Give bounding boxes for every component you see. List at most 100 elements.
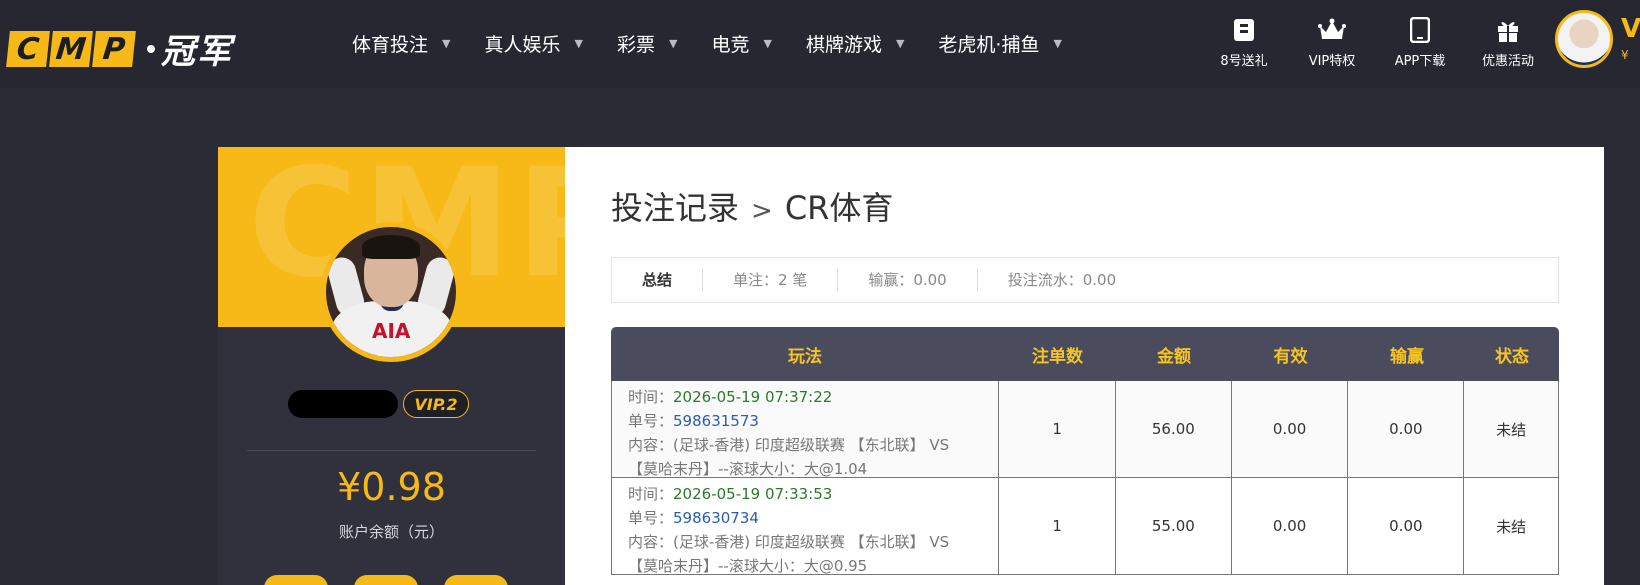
column-header-status: 状态: [1495, 346, 1529, 367]
tool-app-download[interactable]: APP下载: [1376, 16, 1464, 69]
bet-time: 2026-05-19 07:37:22: [673, 388, 833, 406]
header-tools: 8号送礼 VIP特权 APP下载 优惠活动: [1200, 16, 1552, 69]
bet-detail: 时间：2026-05-19 07:37:22 单号：598631573 内容：(…: [612, 381, 1000, 478]
bet-detail: 时间：2026-05-19 07:33:53 单号：598630734 内容：(…: [612, 478, 1000, 575]
nav-item-live-casino[interactable]: 真人娱乐 ▼: [484, 30, 582, 57]
logo-cn-name: 冠军: [161, 32, 233, 72]
nav-item-lottery[interactable]: 彩票 ▼: [617, 30, 677, 57]
summary-bar: 总结 单注：2 笔 输赢：0.00 投注流水：0.00: [611, 257, 1559, 303]
summary-label: 总结: [612, 269, 704, 291]
avatar-hair: [362, 235, 420, 259]
sidebar-action-button-1[interactable]: [264, 575, 328, 585]
bet-status: 未结: [1496, 517, 1527, 536]
nav-item-sports[interactable]: 体育投注 ▼: [352, 30, 450, 57]
bet-time-line: 时间：2026-05-19 07:33:53: [628, 482, 832, 506]
bet-time-line: 时间：2026-05-19 07:37:22: [628, 385, 832, 409]
nav-item-slots-fishing[interactable]: 老虎机·捕鱼 ▼: [938, 30, 1062, 57]
tool-vip[interactable]: VIP特权: [1288, 16, 1376, 69]
chevron-down-icon: ▼: [895, 37, 905, 50]
avatar-shirt-logo: AIA: [372, 319, 411, 343]
table-row: 时间：2026-05-19 07:33:53 单号：598630734 内容：(…: [611, 478, 1559, 575]
bet-id-line: 单号：598631573: [628, 409, 759, 433]
header-balance: ¥: [1621, 48, 1629, 62]
crown-icon: [1318, 16, 1346, 44]
chevron-down-icon: ▼: [1053, 37, 1062, 50]
account-balance: ¥0.98: [337, 465, 446, 509]
column-header-amount: 金额: [1157, 346, 1191, 367]
summary-winloss: 输赢：0.00: [838, 269, 978, 291]
breadcrumb-separator: >: [751, 196, 773, 226]
username-redacted: [288, 390, 398, 418]
nav-item-label: 老虎机·捕鱼: [938, 34, 1040, 56]
sidebar-action-button-2[interactable]: [354, 575, 418, 585]
top-header: C M P 冠军 体育投注 ▼ 真人娱乐 ▼ 彩票 ▼ 电竞 ▼ 棋牌游戏 ▼ 老虎机·捕…: [0, 0, 1640, 88]
bet-count: 1: [999, 381, 1116, 477]
summary-turnover: 投注流水：0.00: [1007, 271, 1117, 289]
bet-valid: 0.00: [1232, 381, 1349, 477]
brand-logo[interactable]: C M P 冠军: [6, 24, 233, 73]
breadcrumb-current: CR体育: [784, 189, 894, 227]
tool-promotions[interactable]: 优惠活动: [1464, 16, 1552, 69]
gift-box-icon: [1494, 16, 1522, 44]
tool-label: 8号送礼: [1220, 54, 1268, 69]
bet-winloss: 0.00: [1348, 381, 1465, 477]
bet-content-line-2: 【莫哈末丹】--滚球大小：大@0.95: [628, 557, 868, 575]
nav-item-label: 棋牌游戏: [805, 34, 882, 56]
bet-status: 未结: [1496, 420, 1527, 439]
bet-valid: 0.00: [1232, 478, 1349, 574]
profile-avatar: AIA: [321, 222, 461, 362]
nav-item-card-games[interactable]: 棋牌游戏 ▼: [806, 30, 904, 57]
nav-item-label: 彩票: [616, 34, 655, 56]
nav-item-label: 真人娱乐: [484, 34, 561, 56]
breadcrumb: 投注记录 > CR体育: [611, 183, 893, 229]
sidebar-action-button-3[interactable]: [444, 575, 508, 585]
bet-content-line-1: 内容：(足球-香港) 印度超级联赛 【东北联】 VS: [628, 533, 950, 551]
nav-item-esports[interactable]: 电竞 ▼: [711, 30, 771, 57]
account-sidebar: CMP AIA VIP.2 ¥0.98 账户余额（元）: [218, 147, 565, 585]
logo-letter-c: C: [6, 30, 50, 67]
tool-label: 优惠活动: [1481, 54, 1534, 69]
bet-time-label: 时间：: [628, 388, 674, 406]
bet-amount: 56.00: [1116, 381, 1232, 477]
logo-letter-p: P: [92, 30, 136, 67]
chevron-down-icon: ▼: [442, 37, 451, 50]
bet-time: 2026-05-19 07:33:53: [673, 485, 833, 503]
nav-item-label: 电竞: [711, 34, 750, 56]
table-header: 玩法 注单数 金额 有效 输赢 状态: [611, 327, 1559, 381]
summary-bet-count: 单注：2 笔: [703, 269, 839, 291]
breadcrumb-parent[interactable]: 投注记录: [611, 189, 739, 227]
bet-winloss: 0.00: [1348, 478, 1465, 574]
bet-amount: 55.00: [1116, 478, 1232, 574]
sidebar-divider: [247, 450, 536, 451]
chevron-down-icon: ▼: [574, 37, 583, 50]
column-header-count: 注单数: [1032, 346, 1083, 367]
vip-level-badge: VIP.2: [403, 390, 469, 418]
main-nav: 体育投注 ▼ 真人娱乐 ▼ 彩票 ▼ 电竞 ▼ 棋牌游戏 ▼ 老虎机·捕鱼 ▼: [352, 30, 1096, 57]
nav-item-label: 体育投注: [352, 34, 429, 56]
bet-id[interactable]: 598630734: [673, 509, 759, 527]
logo-letter-m: M: [49, 30, 93, 67]
tool-label: APP下载: [1394, 54, 1446, 69]
column-header-winloss: 输赢: [1390, 346, 1424, 367]
bet-count: 1: [999, 478, 1116, 574]
bet-id[interactable]: 598631573: [673, 412, 759, 430]
table-body: 时间：2026-05-19 07:37:22 单号：598631573 内容：(…: [611, 381, 1559, 575]
bet-id-label: 单号：: [628, 509, 674, 527]
chevron-down-icon: ▼: [763, 37, 772, 50]
mobile-icon: [1406, 16, 1434, 44]
account-balance-label: 账户余额（元）: [338, 523, 444, 541]
tool-gift-8[interactable]: 8号送礼: [1200, 16, 1288, 69]
bet-id-line: 单号：598630734: [628, 506, 759, 530]
header-username[interactable]: V: [1621, 14, 1640, 44]
table-row: 时间：2026-05-19 07:37:22 单号：598631573 内容：(…: [611, 381, 1559, 478]
bet-records-table: 玩法 注单数 金额 有效 输赢 状态 时间：2026-05-19 07:37:2…: [611, 327, 1559, 575]
logo-dot: [147, 44, 155, 53]
chevron-down-icon: ▼: [668, 37, 678, 50]
column-header-play: 玩法: [788, 346, 822, 367]
header-avatar[interactable]: [1555, 10, 1613, 68]
bet-records-panel: 投注记录 > CR体育 总结 单注：2 笔 输赢：0.00 投注流水：0.00 玩法…: [565, 147, 1604, 585]
gift-ticket-icon: [1230, 16, 1258, 44]
bet-time-label: 时间：: [628, 485, 674, 503]
bet-id-label: 单号：: [628, 412, 674, 430]
column-header-valid: 有效: [1273, 346, 1308, 367]
